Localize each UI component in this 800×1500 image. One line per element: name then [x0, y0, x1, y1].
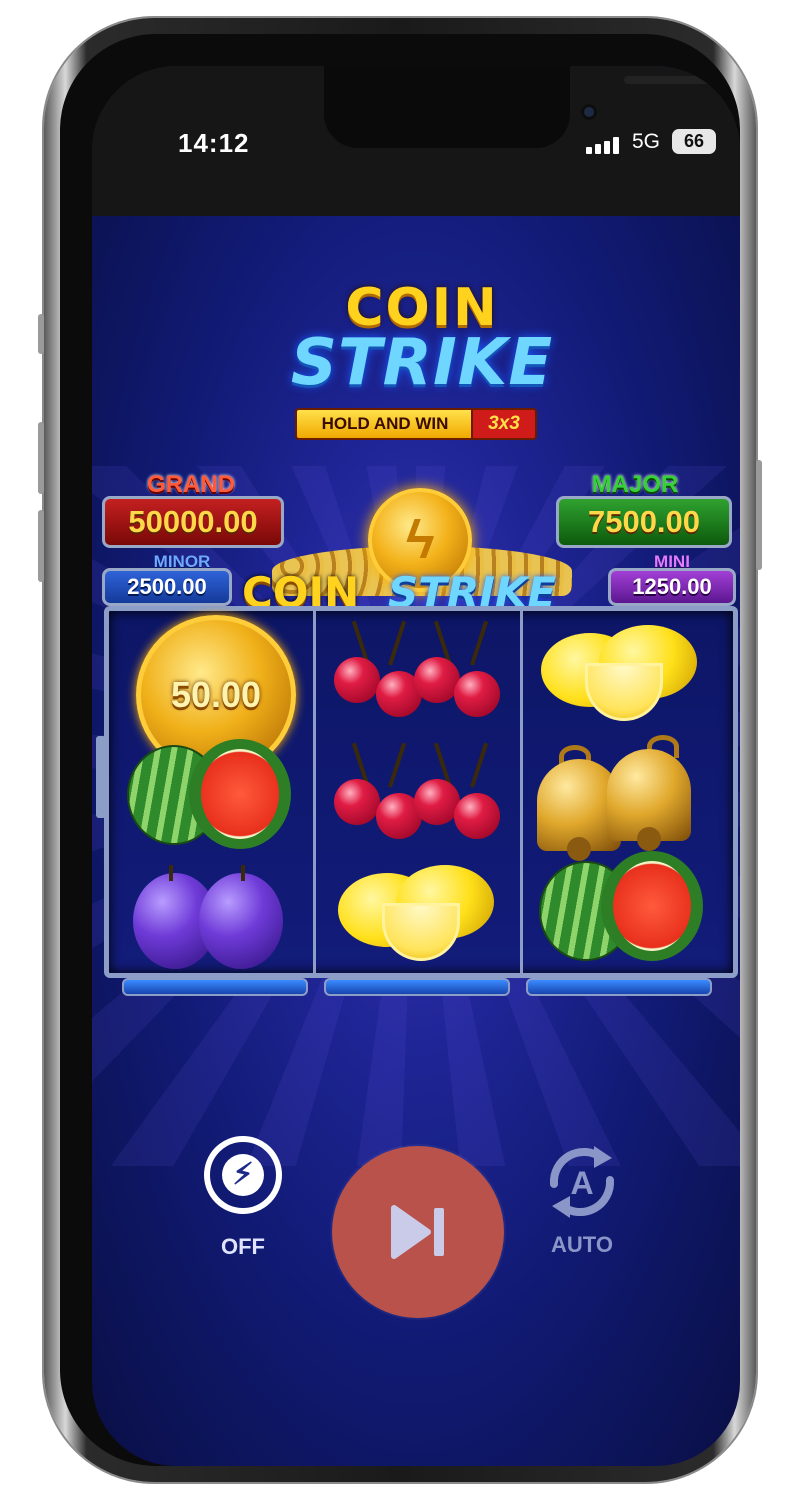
spin-button[interactable]	[332, 1146, 504, 1318]
lightning-icon: ⚡︎	[232, 1158, 254, 1191]
major-jackpot-label: MAJOR	[591, 471, 679, 498]
logo-word-strike: STRIKE	[290, 326, 554, 400]
autoplay-letter: A	[570, 1165, 593, 1201]
minor-jackpot-value: 2500.00	[102, 568, 232, 606]
bezel: 14:12 5G 66 COIN STRIKE HOLD AND WIN 3x3…	[60, 34, 740, 1466]
lemon-symbol	[541, 625, 701, 721]
reel-1-base	[122, 978, 308, 996]
reel-3-base	[526, 978, 712, 996]
reel-1: 50.00	[109, 611, 316, 973]
phone-frame: 14:12 5G 66 COIN STRIKE HOLD AND WIN 3x3…	[38, 18, 762, 1482]
autoplay-label: AUTO	[551, 1232, 613, 1257]
reel-2-base	[324, 978, 510, 996]
watermelon-symbol	[127, 739, 297, 853]
screen: 14:12 5G 66 COIN STRIKE HOLD AND WIN 3x3…	[92, 66, 740, 1466]
play-skip-icon	[391, 1205, 444, 1259]
logo-tag: HOLD AND WIN	[295, 408, 475, 440]
logo-tag-badge: 3x3	[471, 408, 537, 440]
front-camera	[581, 104, 597, 120]
cherry-symbol	[330, 741, 506, 845]
volume-down-button	[38, 510, 44, 582]
autoplay-icon: A	[549, 1146, 615, 1218]
volume-up-button	[38, 422, 44, 494]
major-jackpot-value: 7500.00	[556, 496, 732, 548]
watermelon-symbol	[539, 851, 709, 965]
turbo-status-label: OFF	[221, 1234, 265, 1259]
turbo-button[interactable]: ⚡︎	[204, 1136, 282, 1214]
status-bar: 14:12 5G 66	[92, 66, 740, 216]
plum-symbol	[133, 865, 283, 969]
signal-icon	[586, 136, 626, 154]
coin-value: 50.00	[170, 674, 262, 715]
battery-indicator: 66	[672, 129, 716, 154]
reel-2	[316, 611, 523, 973]
speaker	[624, 76, 734, 84]
grand-jackpot-value: 50000.00	[102, 496, 284, 548]
power-button	[756, 460, 762, 570]
notch	[324, 66, 734, 148]
reel-grid: 50.00	[104, 606, 738, 978]
autoplay-button[interactable]: A	[532, 1134, 632, 1230]
status-time: 14:12	[178, 128, 250, 158]
silent-switch	[38, 314, 44, 354]
grand-jackpot-label: GRAND	[147, 471, 235, 498]
slot-game: COIN STRIKE HOLD AND WIN 3x3 GRAND 50000…	[92, 216, 740, 1466]
cherry-symbol	[330, 619, 506, 723]
bell-symbol	[537, 735, 713, 861]
reel-3	[523, 611, 727, 973]
mini-jackpot-value: 1250.00	[608, 568, 736, 606]
network-type: 5G	[632, 130, 661, 153]
lemon-symbol	[338, 865, 498, 961]
turbo-icon-bg: ⚡︎	[222, 1154, 264, 1196]
